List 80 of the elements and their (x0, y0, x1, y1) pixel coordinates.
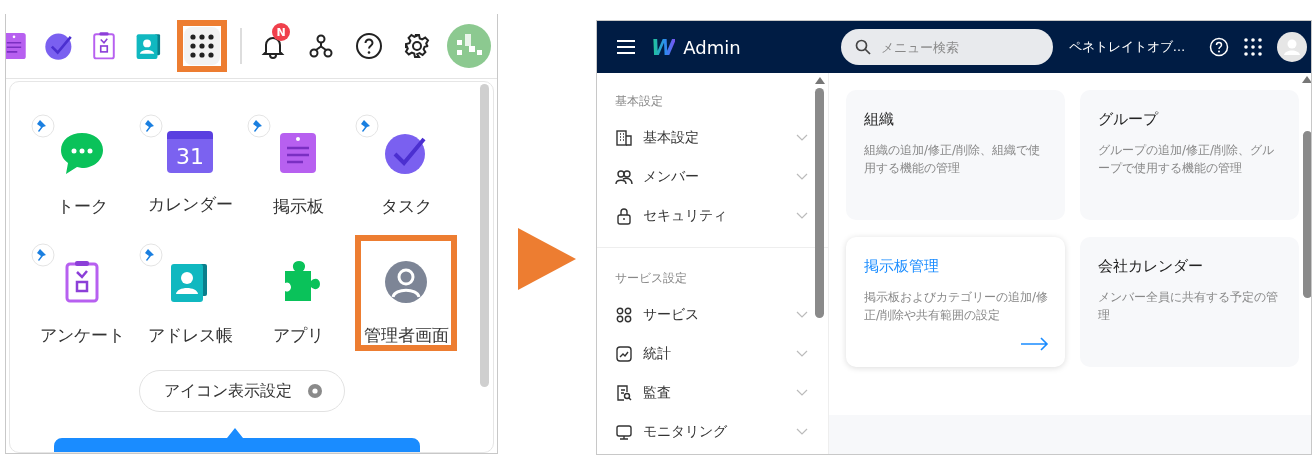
speech-bubble-icon (59, 130, 105, 176)
arrow-right-icon[interactable] (1021, 337, 1049, 351)
settings-card[interactable]: 掲示板管理 掲示板およびカテゴリーの追加/修正/削除や共有範囲の設定 (846, 237, 1065, 367)
section-heading: 基本設定 (615, 93, 664, 110)
chart-icon (615, 344, 633, 363)
search-field[interactable]: メニュー検索 (840, 29, 1053, 65)
calendar-icon: 31 (167, 131, 213, 173)
pin-icon[interactable] (139, 243, 163, 267)
building-icon (615, 128, 633, 147)
scrollbar-thumb[interactable] (815, 88, 824, 318)
sidebar-label[interactable]: メンバー (643, 167, 786, 186)
app-tile[interactable]: アプリ (247, 235, 349, 351)
sidebar-label[interactable]: セキュリティ (643, 206, 786, 225)
card-title: 掲示板管理 (864, 257, 940, 276)
app-label[interactable]: タスク (380, 196, 432, 218)
sidebar-item[interactable]: 基本設定 (615, 118, 808, 157)
app-label[interactable]: トーク (56, 196, 108, 218)
sidebar-item[interactable]: メンバー (615, 157, 808, 196)
sidebar-item[interactable]: モニタリング (615, 412, 808, 451)
settings-card[interactable]: グループ グループの追加/修正/削除、グループで使用する機能の管理 (1080, 90, 1299, 220)
company-name[interactable]: ペネトレイトオブ… (1068, 38, 1186, 56)
sidebar-label[interactable]: 統計 (643, 344, 786, 363)
grid-circles-icon (615, 305, 633, 324)
app-label[interactable]: アドレス帳 (147, 325, 233, 347)
lock-icon (615, 206, 633, 225)
sidebar-item[interactable]: 監査 (615, 373, 808, 412)
org-chart-icon[interactable] (308, 33, 334, 59)
pin-icon[interactable] (355, 114, 379, 138)
app-label[interactable]: アンケート (39, 325, 125, 347)
search-icon (854, 39, 871, 55)
sidebar-label[interactable]: 基本設定 (643, 128, 786, 147)
sidebar-item[interactable]: 統計 (615, 334, 808, 373)
app-label[interactable]: アプリ (272, 325, 324, 347)
pin-icon[interactable] (31, 243, 55, 267)
sidebar-item[interactable]: サービス (615, 295, 808, 334)
app-tile[interactable]: タスク (355, 106, 457, 222)
app-label[interactable]: カレンダー (147, 194, 233, 216)
sidebar-label[interactable]: モニタリング (643, 422, 786, 441)
help-icon[interactable] (355, 32, 383, 60)
scrollbar-thumb[interactable] (1303, 131, 1311, 298)
user-silhouette-icon (383, 259, 429, 305)
pin-icon[interactable] (31, 114, 55, 138)
monitor-icon (615, 422, 633, 441)
card-title: 会社カレンダー (1098, 257, 1204, 276)
app-label[interactable]: 掲示板 (272, 196, 324, 218)
pin-icon[interactable] (247, 114, 271, 138)
highlight-frame[interactable]: 管理者画面 (355, 235, 457, 351)
card-description: 掲示板およびカテゴリーの追加/修正/削除や共有範囲の設定 (864, 289, 1049, 324)
app-tile[interactable]: 掲示板 (247, 106, 349, 222)
people-icon (615, 167, 633, 186)
avatar-icon[interactable] (1277, 32, 1308, 62)
pin-icon[interactable] (139, 114, 163, 138)
app-tile[interactable]: トーク (31, 106, 133, 222)
settings-card[interactable]: 会社カレンダー メンバー全員に共有する予定の管理 (1080, 237, 1299, 367)
app-grid-icon[interactable] (189, 33, 215, 59)
scrollbar-thumb[interactable] (480, 84, 489, 387)
menu-icon[interactable] (617, 40, 635, 54)
pointer-triangle-icon (518, 228, 576, 290)
app-tile[interactable]: アドレス帳 (139, 235, 241, 351)
app-tile[interactable]: アンケート (31, 235, 133, 351)
sidebar-label[interactable]: サービス (643, 305, 786, 324)
scroll-up-icon[interactable] (1302, 76, 1311, 83)
card-description: メンバー全員に共有する予定の管理 (1098, 289, 1279, 324)
settings-card[interactable]: 組織 組織の追加/修正/削除、組織で使用する機能の管理 (846, 90, 1065, 220)
app-tile[interactable]: 31 カレンダー (139, 106, 241, 222)
card-title: グループ (1098, 110, 1160, 129)
card-description: 組織の追加/修正/削除、組織で使用する機能の管理 (864, 142, 1042, 177)
notepad-icon (6, 31, 29, 61)
document-search-icon (615, 383, 633, 402)
notification-badge: N (272, 23, 290, 41)
app-label[interactable]: 管理者画面 (363, 325, 449, 347)
app-title: Admin (683, 36, 741, 58)
sidebar-item[interactable]: セキュリティ (615, 196, 808, 235)
section-heading: サービス設定 (615, 270, 688, 287)
card-description: グループの追加/修正/削除、グループで使用する機能の管理 (1098, 142, 1276, 177)
app-grid-icon[interactable] (1243, 37, 1264, 57)
checkmark-circle-icon (44, 31, 74, 61)
card-title: 組織 (864, 110, 895, 129)
icon-settings-button[interactable]: アイコン表示設定 (138, 370, 345, 412)
sidebar-label[interactable]: 監査 (643, 383, 786, 402)
